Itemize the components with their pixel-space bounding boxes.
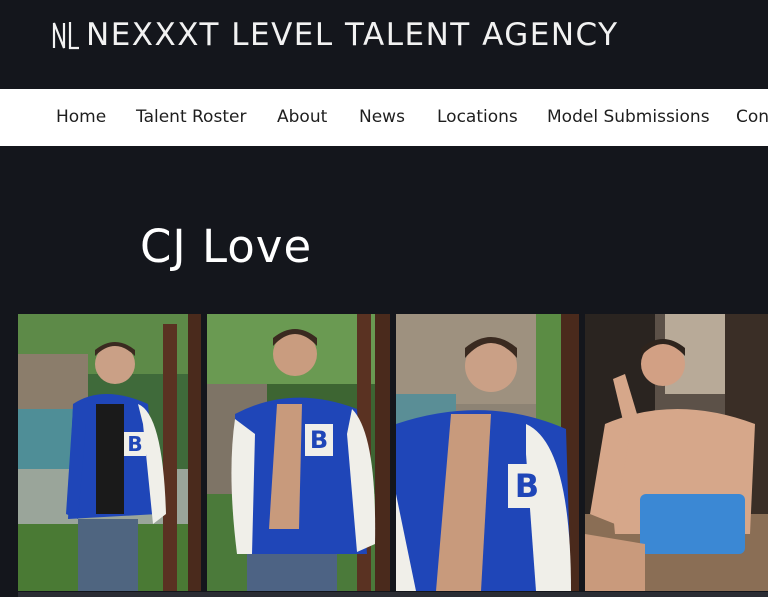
photo-2-image: B: [207, 314, 390, 591]
page-title: CJ Love: [140, 220, 313, 273]
nav-item-news[interactable]: News: [359, 89, 405, 146]
nav-item-talent-roster[interactable]: Talent Roster: [136, 89, 246, 146]
photo-4-image: [585, 314, 768, 591]
nav-item-model-submissions[interactable]: Model Submissions: [547, 89, 710, 146]
photo-1-image: B: [18, 314, 201, 591]
photo-gallery: B B B: [0, 314, 768, 597]
gallery-photo-4[interactable]: [585, 314, 768, 591]
photo-3-image: B: [396, 314, 579, 591]
nav-item-home[interactable]: Home: [56, 89, 106, 146]
nav-item-locations[interactable]: Locations: [437, 89, 518, 146]
site-title[interactable]: NEXXXT LEVEL TALENT AGENCY: [86, 16, 619, 54]
jacket-letter: B: [127, 432, 142, 456]
logo-mark-icon[interactable]: [52, 20, 80, 50]
site-header: NEXXXT LEVEL TALENT AGENCY: [0, 0, 768, 89]
gallery-photo-2[interactable]: B: [207, 314, 390, 591]
gallery-photo-1[interactable]: B: [18, 314, 201, 591]
next-row-photos-edge: [18, 592, 768, 597]
jacket-letter: B: [310, 426, 328, 454]
main-nav: Home Talent Roster About News Locations …: [0, 89, 768, 146]
jacket-letter: B: [515, 467, 539, 505]
nav-item-about[interactable]: About: [277, 89, 327, 146]
nav-item-contact[interactable]: Con: [736, 89, 768, 146]
gallery-photo-3[interactable]: B: [396, 314, 579, 591]
